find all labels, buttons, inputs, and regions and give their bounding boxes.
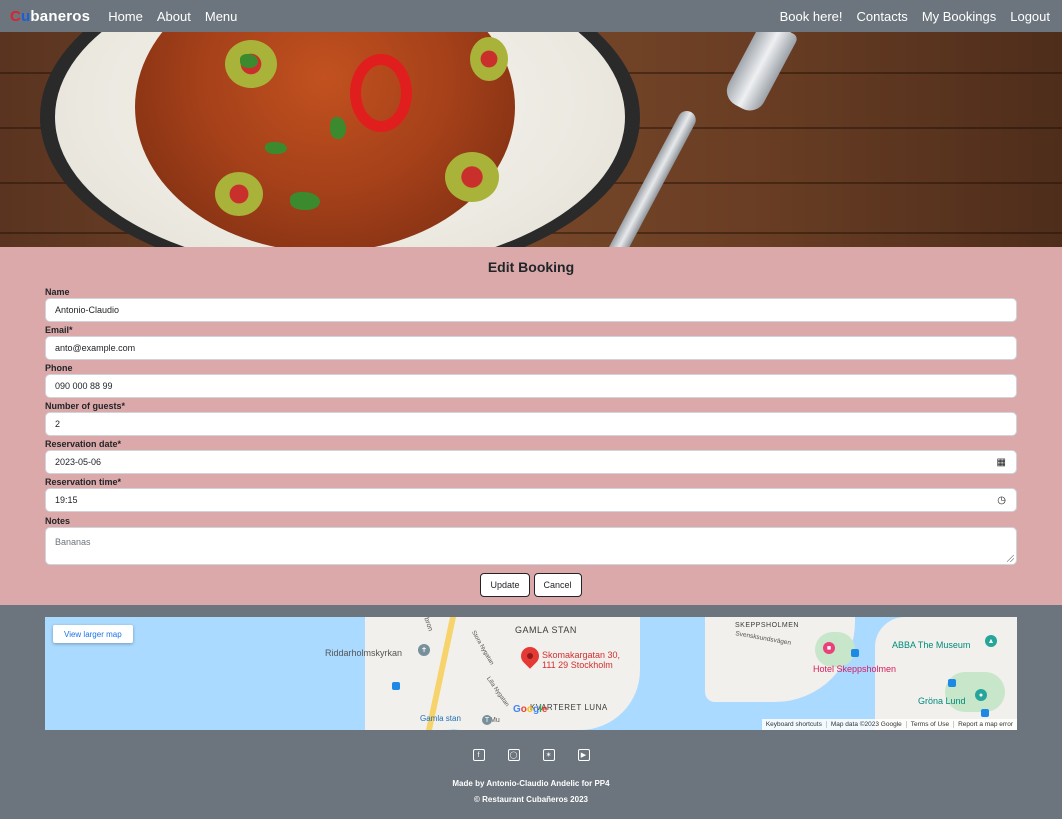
nav-about-link[interactable]: About <box>157 9 191 24</box>
church-icon: ✝ <box>418 644 430 656</box>
brand-letter-c: C <box>10 7 22 25</box>
nav-logout-link[interactable]: Logout <box>1010 9 1050 24</box>
social-links: f ◯ ✶ ▶ <box>0 749 1062 761</box>
name-value: Antonio-Claudio <box>55 305 120 315</box>
nav-contacts-link[interactable]: Contacts <box>857 9 908 24</box>
form-buttons: Update Cancel <box>0 573 1062 597</box>
herb <box>240 54 258 68</box>
update-button[interactable]: Update <box>480 573 530 597</box>
notes-textarea[interactable]: Bananas <box>45 527 1017 565</box>
nav-book-link[interactable]: Book here! <box>780 9 843 24</box>
google-logo: Google <box>513 704 547 715</box>
bus-stop-icon <box>981 709 989 717</box>
made-by-text: Made by Antonio-Claudio Andelic for PP4 <box>452 779 610 788</box>
guests-input[interactable]: 2 <box>45 412 1017 436</box>
report-map-error-link[interactable]: Report a map error <box>953 721 1017 728</box>
nav-left: Home About Menu <box>108 9 251 24</box>
hotel-icon: ■ <box>823 642 835 654</box>
map-data-text: Map data ©2023 Google <box>825 721 906 728</box>
facebook-icon[interactable]: f <box>472 749 485 761</box>
herb <box>290 192 320 210</box>
nav-home-link[interactable]: Home <box>108 9 143 24</box>
nav-right: Book here! Contacts My Bookings Logout <box>780 9 1052 24</box>
map-label-address-line1: Skomakargatan 30, <box>542 650 621 660</box>
brand-rest: baneros <box>30 7 91 25</box>
email-input[interactable]: anto@example.com <box>45 336 1017 360</box>
map-label-grona-lund: Gröna Lund <box>918 696 966 706</box>
calendar-icon[interactable]: ▦ <box>997 457 1006 468</box>
date-input[interactable]: 2023-05-06 ▦ <box>45 450 1017 474</box>
map-label-gamla-stan-station: Gamla stan <box>420 714 461 723</box>
map-label-abba: ABBA The Museum <box>892 640 971 650</box>
guests-label: Number of guests* <box>45 401 126 411</box>
name-input[interactable]: Antonio-Claudio <box>45 298 1017 322</box>
park <box>815 632 855 667</box>
email-value: anto@example.com <box>55 343 136 353</box>
google-map-embed[interactable]: View larger map GAMLA STAN Riddarholmsky… <box>45 617 1017 730</box>
nav-my-bookings-link[interactable]: My Bookings <box>922 9 996 24</box>
time-label: Reservation time* <box>45 477 122 487</box>
red-pepper-ring <box>350 54 412 132</box>
copyright-text: © Restaurant Cubañeros 2023 <box>474 795 588 804</box>
google-letter: e <box>541 704 548 715</box>
time-field: Reservation time* 19:15 ◷ <box>45 477 1017 512</box>
time-input[interactable]: 19:15 ◷ <box>45 488 1017 512</box>
view-larger-map-button[interactable]: View larger map <box>53 625 133 643</box>
form-title: Edit Booking <box>487 259 575 275</box>
phone-label: Phone <box>45 363 73 373</box>
google-letter: G <box>513 704 521 715</box>
brand-logo[interactable]: Cubaneros <box>10 8 90 25</box>
map-attribution-bar: Keyboard shortcuts Map data ©2023 Google… <box>761 719 1017 730</box>
guests-value: 2 <box>55 419 61 429</box>
bus-stop-icon <box>851 649 859 657</box>
date-field: Reservation date* 2023-05-06 ▦ <box>45 439 1017 474</box>
twitter-icon[interactable]: ✶ <box>542 749 555 761</box>
name-label: Name <box>45 287 70 297</box>
email-label: Email* <box>45 325 73 335</box>
museum-icon: ▲ <box>985 635 997 647</box>
map-label-hotel: Hotel Skeppsholmen <box>813 664 897 674</box>
olive <box>470 37 508 81</box>
cancel-button[interactable]: Cancel <box>533 573 582 597</box>
nav-menu-link[interactable]: Menu <box>205 9 238 24</box>
bus-stop-icon <box>392 682 400 690</box>
date-label: Reservation date* <box>45 439 122 449</box>
fork-head <box>721 32 799 117</box>
navbar: Cubaneros Home About Menu Book here! Con… <box>0 0 1062 32</box>
herb <box>265 142 287 154</box>
olive <box>215 172 263 216</box>
hero-food-image <box>0 32 1062 247</box>
map-label-skeppsholmen: SKEPPSHOLMEN <box>735 622 799 629</box>
terms-of-use-link[interactable]: Terms of Use <box>905 721 953 728</box>
phone-field: Phone 090 000 88 99 <box>45 363 1017 398</box>
youtube-icon[interactable]: ▶ <box>577 749 590 761</box>
map-label-riddarholmskyrkan: Riddarholmskyrkan <box>325 648 403 658</box>
date-value: 2023-05-06 <box>55 457 102 467</box>
name-field: Name Antonio-Claudio <box>45 287 1017 322</box>
notes-field: Notes Bananas <box>45 516 1017 565</box>
email-field: Email* anto@example.com <box>45 325 1017 360</box>
herb <box>330 117 346 139</box>
phone-value: 090 000 88 99 <box>55 381 113 391</box>
keyboard-shortcuts-link[interactable]: Keyboard shortcuts <box>762 721 826 728</box>
land-djurgarden <box>875 617 1017 730</box>
clock-icon[interactable]: ◷ <box>997 495 1006 506</box>
map-label-address-line2: 111 29 Stockholm <box>542 660 613 670</box>
instagram-icon[interactable]: ◯ <box>507 749 520 761</box>
phone-input[interactable]: 090 000 88 99 <box>45 374 1017 398</box>
notes-value: Bananas <box>55 537 91 547</box>
edit-booking-form: Edit Booking Name Antonio-Claudio Email*… <box>0 247 1062 605</box>
bus-stop-icon <box>948 679 956 687</box>
metro-icon: T <box>482 715 492 725</box>
olive <box>445 152 499 202</box>
map-label-gamla-stan: GAMLA STAN <box>515 625 577 635</box>
notes-label: Notes <box>45 516 71 526</box>
resize-grip-icon[interactable] <box>1007 555 1014 562</box>
amusement-park-icon: ● <box>975 689 987 701</box>
time-value: 19:15 <box>55 495 78 505</box>
guests-field: Number of guests* 2 <box>45 401 1017 436</box>
